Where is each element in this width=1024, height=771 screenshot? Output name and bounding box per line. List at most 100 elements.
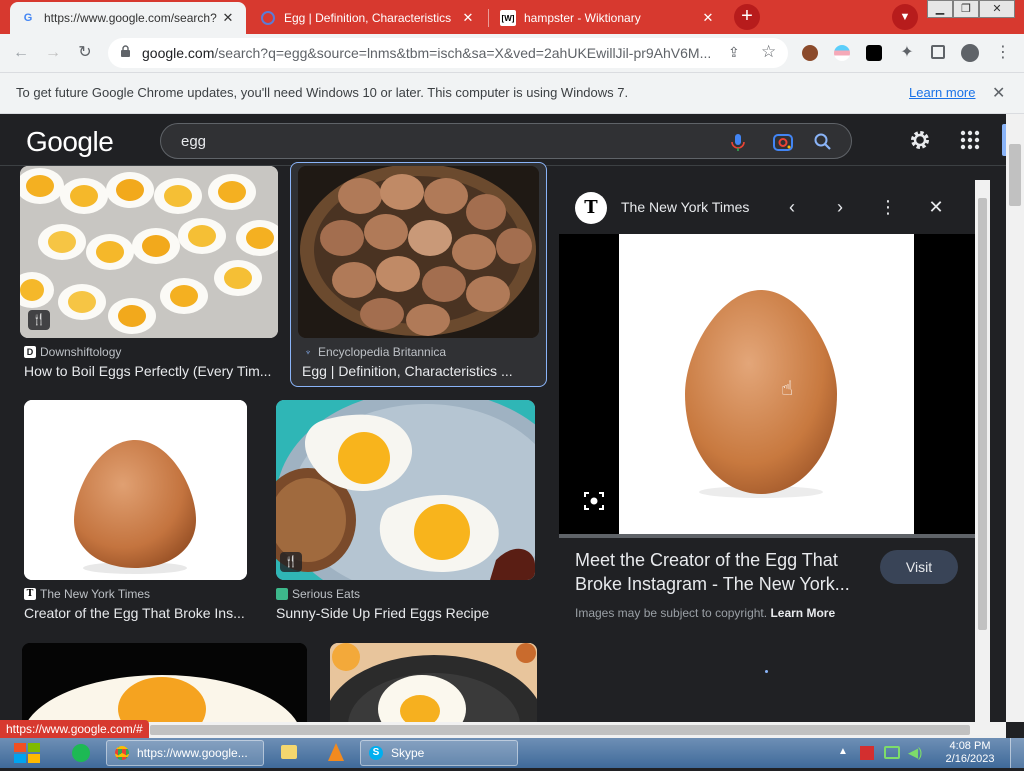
- close-window-button[interactable]: ✕: [979, 0, 1015, 18]
- search-input[interactable]: [181, 131, 701, 151]
- extensions-puzzle-icon[interactable]: ✦: [896, 42, 918, 64]
- browser-toolbar: ← → ↻ google.com/search?q=egg&source=lnm…: [0, 34, 1024, 72]
- show-hidden-icons-chevron-icon[interactable]: ▲: [838, 746, 848, 757]
- start-button-windows-icon[interactable]: [10, 740, 44, 766]
- close-tab-icon[interactable]: ✕: [220, 10, 236, 26]
- reload-icon[interactable]: ↻: [74, 42, 96, 64]
- link-status-bubble: https://www.google.com/#: [0, 720, 149, 738]
- minimize-window-button[interactable]: ▁: [927, 0, 953, 18]
- panel-source-name[interactable]: The New York Times: [621, 199, 749, 215]
- result-image-single-egg[interactable]: [24, 400, 247, 580]
- google-lens-camera-icon[interactable]: [772, 131, 794, 153]
- profile-avatar-icon[interactable]: [961, 44, 979, 62]
- visit-button[interactable]: Visit: [880, 550, 958, 584]
- google-logo[interactable]: Google: [26, 126, 114, 158]
- clock-date: 2/16/2023: [945, 753, 995, 765]
- taskbar-skype-window[interactable]: S Skype: [360, 740, 518, 766]
- recipe-utensils-icon: 🍴: [28, 310, 50, 330]
- extension-avatar-icon[interactable]: [802, 45, 818, 61]
- previous-chevron-icon[interactable]: ‹: [781, 196, 803, 218]
- copyright-notice: Images may be subject to copyright. Lear…: [575, 606, 835, 620]
- google-apps-grid-icon[interactable]: [958, 128, 982, 152]
- nyt-logo-icon[interactable]: T: [575, 192, 607, 224]
- panel-scrollbar[interactable]: [975, 180, 990, 722]
- britannica-thistle-icon: ♆: [304, 347, 312, 357]
- page-scrollbar[interactable]: [1006, 114, 1024, 722]
- url-path: /search?q=egg&source=lnms&tbm=isch&sa=X&…: [214, 45, 712, 61]
- panel-scrollbar-thumb[interactable]: [978, 198, 987, 630]
- tray-network-icon[interactable]: [884, 746, 900, 759]
- microphone-icon[interactable]: [727, 131, 749, 153]
- result-image-egg-basket[interactable]: [298, 166, 539, 338]
- tray-flag-icon[interactable]: [860, 746, 874, 760]
- result-source[interactable]: D Downshiftology: [24, 345, 121, 359]
- tab-title: hampster - Wiktionary: [524, 11, 641, 25]
- vlc-cone-icon[interactable]: [328, 743, 344, 761]
- tab-title: https://www.google.com/search?: [44, 11, 217, 25]
- show-desktop-button[interactable]: [1010, 738, 1024, 768]
- tab-google-search[interactable]: G https://www.google.com/search? ✕: [10, 2, 246, 34]
- bookmark-star-icon[interactable]: ☆: [761, 42, 776, 62]
- side-panel-icon[interactable]: [931, 45, 945, 59]
- forward-arrow-icon[interactable]: →: [42, 42, 64, 64]
- close-panel-icon[interactable]: ✕: [925, 196, 947, 218]
- horizontal-scrollbar-thumb[interactable]: [150, 725, 970, 735]
- horizontal-scrollbar[interactable]: [0, 722, 1006, 738]
- taskbar-clock[interactable]: 4:08 PM 2/16/2023: [936, 740, 1004, 766]
- image-divider: [559, 534, 975, 538]
- copyright-learn-more-link[interactable]: Learn More: [770, 606, 835, 620]
- panel-image-title[interactable]: Meet the Creator of the Egg That Broke I…: [575, 548, 865, 596]
- copyright-text: Images may be subject to copyright.: [575, 606, 768, 620]
- result-image-boiled-eggs[interactable]: 🍴: [20, 166, 278, 338]
- url-text[interactable]: google.com/search?q=egg&source=lnms&tbm=…: [142, 45, 712, 61]
- next-chevron-icon[interactable]: ›: [829, 196, 851, 218]
- chrome-menu-kebab-icon[interactable]: ⋮: [992, 42, 1014, 64]
- close-tab-icon[interactable]: ✕: [460, 10, 476, 26]
- result-source[interactable]: T The New York Times: [24, 587, 150, 601]
- tab-egg-britannica[interactable]: Egg | Definition, Characteristics ✕: [250, 2, 486, 34]
- file-explorer-folder-icon[interactable]: [281, 745, 297, 759]
- extension-flag-icon[interactable]: [834, 45, 850, 61]
- infobar-close-icon[interactable]: ✕: [992, 83, 1005, 103]
- result-source-name: Downshiftology: [40, 345, 122, 359]
- result-caption[interactable]: Creator of the Egg That Broke Ins...: [24, 605, 246, 621]
- taskbar-chrome-window[interactable]: https://www.google...: [106, 740, 264, 766]
- windows-taskbar: https://www.google... S Skype ▲ ◀) 4:08 …: [0, 738, 1024, 768]
- taskbar-skype-label: Skype: [391, 746, 425, 760]
- result-image-fried-egg-closeup[interactable]: [22, 643, 307, 723]
- nyt-favicon-icon: T: [24, 588, 36, 600]
- share-icon[interactable]: ⇪: [728, 44, 740, 61]
- search-icon[interactable]: [812, 131, 834, 153]
- result-caption[interactable]: How to Boil Eggs Perfectly (Every Tim...: [24, 363, 276, 379]
- extension-glasses-icon[interactable]: [866, 45, 882, 61]
- result-image-fried-eggs[interactable]: 🍴: [276, 400, 535, 580]
- new-tab-button[interactable]: +: [734, 4, 760, 30]
- infobar-learn-more-link[interactable]: Learn more: [909, 85, 975, 100]
- back-arrow-icon[interactable]: ←: [10, 42, 32, 64]
- tab-wiktionary[interactable]: [W] hampster - Wiktionary ✕: [490, 2, 726, 34]
- result-source[interactable]: Serious Eats: [276, 587, 360, 601]
- result-source[interactable]: ♆ Encyclopedia Britannica: [302, 345, 446, 359]
- infobar-message: To get future Google Chrome updates, you…: [16, 85, 629, 100]
- settings-gear-icon[interactable]: [908, 128, 932, 152]
- more-options-kebab-icon[interactable]: ⋮: [877, 196, 899, 218]
- britannica-favicon-icon: [260, 10, 276, 26]
- preview-brown-egg-photo: [559, 234, 975, 534]
- result-caption[interactable]: Egg | Definition, Characteristics ...: [302, 363, 540, 379]
- mouse-hand-cursor-icon: ☝: [781, 378, 794, 400]
- preview-image-area[interactable]: ☝: [559, 234, 975, 534]
- tray-volume-icon[interactable]: ◀): [908, 745, 922, 761]
- page-scrollbar-thumb[interactable]: [1009, 144, 1021, 206]
- google-search-box[interactable]: [160, 123, 852, 159]
- fried-eggs-photo: [276, 400, 535, 580]
- address-bar[interactable]: google.com/search?q=egg&source=lnms&tbm=…: [108, 38, 788, 68]
- result-image-egg-in-pan[interactable]: [330, 643, 537, 723]
- recipe-utensils-icon: 🍴: [280, 552, 302, 572]
- spotify-taskbar-icon[interactable]: [72, 744, 90, 762]
- lens-search-icon[interactable]: [583, 490, 605, 512]
- tab-search-chevron-icon[interactable]: ▼: [892, 4, 918, 30]
- close-tab-icon[interactable]: ✕: [700, 10, 716, 26]
- maximize-window-button[interactable]: ❐: [953, 0, 979, 18]
- serious-eats-favicon-icon: [276, 588, 288, 600]
- result-caption[interactable]: Sunny-Side Up Fried Eggs Recipe: [276, 605, 534, 621]
